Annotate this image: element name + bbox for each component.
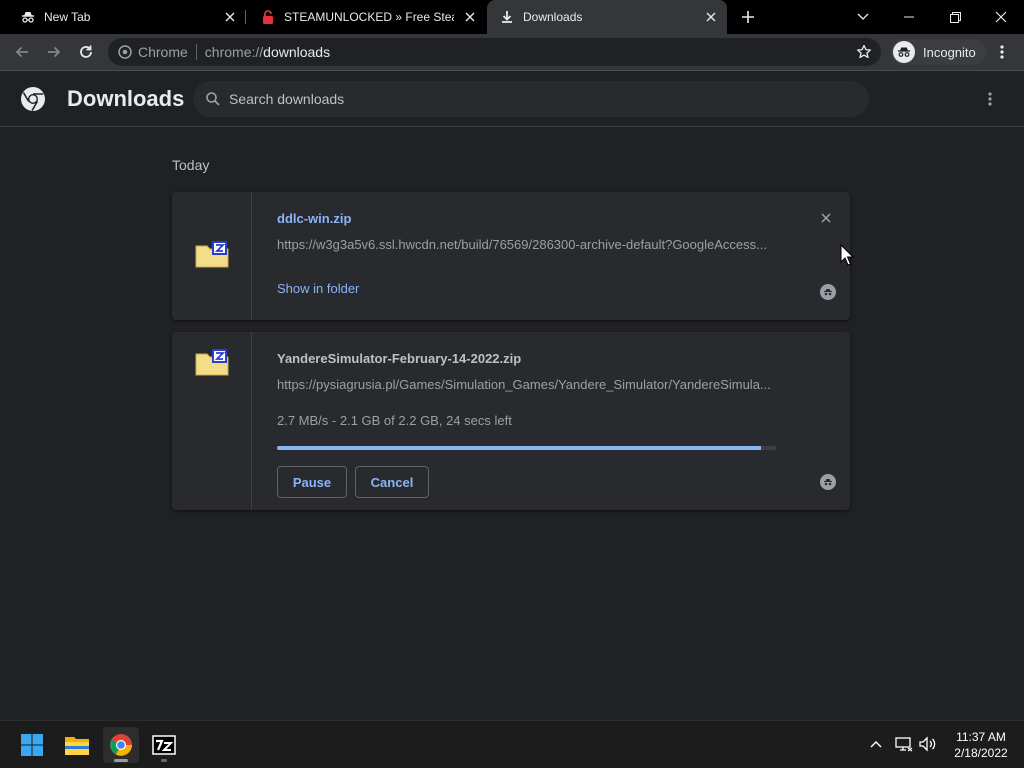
url-host: downloads <box>263 44 331 60</box>
tab-strip: New Tab STEAMUNLOCKED » Free Steam Downl… <box>0 0 1024 34</box>
show-hidden-icons-button[interactable] <box>865 733 887 755</box>
divider <box>195 44 197 60</box>
url-scheme: chrome:// <box>204 44 264 60</box>
download-item: YandereSimulator-February-14-2022.zip ht… <box>172 332 850 510</box>
file-icon-column <box>172 192 252 320</box>
incognito-icon <box>820 474 836 490</box>
cancel-button[interactable]: Cancel <box>355 466 429 498</box>
chrome-logo-icon <box>20 86 46 112</box>
tab-title: New Tab <box>44 10 91 24</box>
incognito-icon <box>893 41 915 63</box>
site-label: Chrome <box>138 44 188 60</box>
zip-file-icon <box>195 348 229 376</box>
start-button[interactable] <box>14 727 50 763</box>
tab-title: STEAMUNLOCKED » Free Steam <box>284 10 454 24</box>
network-button[interactable] <box>893 733 915 755</box>
download-item: ddlc-win.zip https://w3g3a5v6.ssl.hwcdn.… <box>172 192 850 320</box>
tab-close-button[interactable] <box>703 9 719 25</box>
downloads-more-button[interactable] <box>978 87 1002 111</box>
incognito-icon <box>20 9 36 25</box>
more-vert-icon <box>1000 45 1004 59</box>
incognito-icon <box>820 284 836 300</box>
star-icon <box>857 44 871 59</box>
search-input[interactable] <box>229 91 829 107</box>
file-url-link[interactable]: https://pysiagrusia.pl/Games/Simulation_… <box>277 377 777 392</box>
bookmark-star-button[interactable] <box>852 40 876 64</box>
profile-label: Incognito <box>923 44 976 60</box>
active-indicator <box>114 759 128 762</box>
more-vert-icon <box>988 92 992 106</box>
incognito-profile-button[interactable]: Incognito <box>891 39 986 65</box>
7zip-icon <box>152 735 176 755</box>
download-progress-bar <box>277 446 776 450</box>
file-icon-column <box>172 332 252 510</box>
progress-fill <box>277 446 762 450</box>
back-button[interactable] <box>10 40 34 64</box>
browser-toolbar: Chrome chrome:// downloads Incognito <box>0 34 1024 71</box>
date-heading: Today <box>172 157 210 173</box>
clock-time: 11:37 AM <box>956 730 1006 744</box>
new-tab-button[interactable] <box>736 5 760 29</box>
chevron-down-icon <box>857 13 869 20</box>
volume-button[interactable] <box>917 733 939 755</box>
chevron-up-icon <box>870 741 882 748</box>
tab-new-tab[interactable]: New Tab <box>0 0 244 34</box>
system-clock[interactable]: 11:37 AM 2/18/2022 <box>944 729 1018 761</box>
zip-file-icon <box>195 240 229 268</box>
minimize-button[interactable] <box>886 0 932 34</box>
7zip-taskbar-button[interactable] <box>146 727 182 763</box>
chrome-menu-button[interactable] <box>990 40 1014 64</box>
restore-button[interactable] <box>932 0 978 34</box>
chrome-icon <box>110 734 132 756</box>
download-icon <box>499 9 515 25</box>
arrow-right-icon <box>48 46 61 58</box>
show-in-folder-link[interactable]: Show in folder <box>277 281 359 296</box>
search-icon <box>205 91 221 107</box>
file-explorer-button[interactable] <box>59 727 95 763</box>
network-icon <box>895 737 913 752</box>
file-name: YandereSimulator-February-14-2022.zip <box>277 351 522 366</box>
clock-date: 2/18/2022 <box>954 746 1008 760</box>
download-status: 2.7 MB/s - 2.1 GB of 2.2 GB, 24 secs lef… <box>277 413 512 428</box>
file-url-link[interactable]: https://w3g3a5v6.ssl.hwcdn.net/build/765… <box>277 237 777 252</box>
tab-title: Downloads <box>523 10 583 24</box>
file-name-link[interactable]: ddlc-win.zip <box>277 211 351 226</box>
reload-icon <box>80 45 92 58</box>
pause-button[interactable]: Pause <box>277 466 347 498</box>
tab-close-button[interactable] <box>222 9 238 25</box>
close-icon <box>821 213 831 223</box>
chrome-taskbar-button[interactable] <box>103 727 139 763</box>
page-title: Downloads <box>67 86 185 111</box>
close-window-button[interactable] <box>978 0 1024 34</box>
windows-start-icon <box>21 734 43 756</box>
file-explorer-icon <box>65 737 89 755</box>
address-bar[interactable]: Chrome chrome:// downloads <box>108 38 881 66</box>
downloads-header: Downloads <box>0 71 1024 127</box>
steamunlocked-favicon <box>260 9 276 25</box>
windows-taskbar: 11:37 AM 2/18/2022 <box>0 720 1024 768</box>
tab-search-button[interactable] <box>840 0 886 34</box>
reload-button[interactable] <box>74 40 98 64</box>
tab-steamunlocked[interactable]: STEAMUNLOCKED » Free Steam <box>246 0 486 34</box>
forward-button[interactable] <box>42 40 66 64</box>
arrow-left-icon <box>15 46 28 58</box>
speaker-icon <box>919 736 936 752</box>
open-indicator <box>161 759 167 762</box>
remove-from-list-button[interactable] <box>817 209 835 227</box>
chrome-site-icon <box>118 45 132 59</box>
mouse-cursor-icon <box>840 243 855 266</box>
tab-downloads[interactable]: Downloads <box>487 0 727 34</box>
tab-close-button[interactable] <box>462 9 478 25</box>
search-downloads[interactable] <box>193 81 869 117</box>
